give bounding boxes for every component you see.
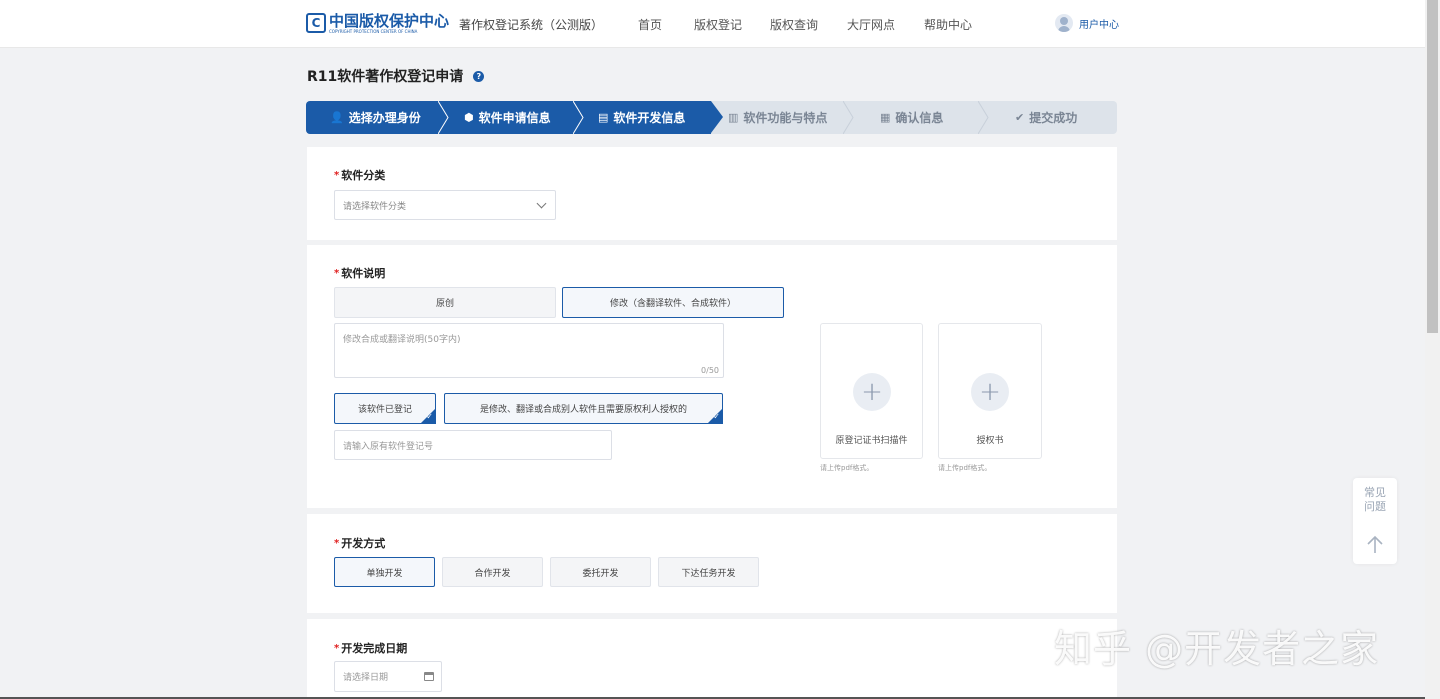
option-label: 该软件已登记 bbox=[357, 405, 412, 415]
calendar-icon bbox=[424, 672, 434, 681]
completion-date-card: * 开发完成日期 请选择日期 bbox=[307, 619, 1117, 699]
date-placeholder: 请选择日期 bbox=[343, 673, 389, 683]
step-divider bbox=[843, 101, 854, 134]
top-header: C 中国版权保护中心 COPYRIGHT PROTECTION CENTER O… bbox=[0, 0, 1425, 48]
user-center-link[interactable]: 用户中心 bbox=[1055, 14, 1119, 32]
check-circle-icon: ✔ bbox=[1015, 111, 1025, 124]
watermark: 知乎 @开发者之家 bbox=[1054, 627, 1380, 671]
modification-description-textarea[interactable]: 修改合成或翻译说明(50字内) 0/50 bbox=[334, 323, 724, 378]
step-software-application-info[interactable]: ⬢ 软件申请信息 bbox=[464, 101, 551, 134]
required-mark: * bbox=[334, 537, 340, 549]
step-software-features[interactable]: ▥ 软件功能与特点 bbox=[728, 101, 827, 134]
upload-hint: 请上传pdf格式。 bbox=[820, 464, 874, 472]
development-mode-label: * 开发方式 bbox=[334, 535, 385, 551]
char-counter: 0/50 bbox=[701, 366, 719, 375]
software-description-card: * 软件说明 原创 修改（含翻译软件、合成软件） 修改合成或翻译说明(50字内)… bbox=[307, 245, 1117, 508]
step-divider bbox=[573, 101, 584, 134]
step-divider bbox=[438, 101, 449, 134]
back-to-top-icon[interactable] bbox=[1365, 534, 1385, 554]
nav-service-halls[interactable]: 大厅网点 bbox=[847, 16, 895, 33]
logo-text: 中国版权保护中心 COPYRIGHT PROTECTION CENTER OF … bbox=[329, 13, 449, 34]
step-label: 软件开发信息 bbox=[613, 111, 686, 125]
nav-copyright-query[interactable]: 版权查询 bbox=[770, 16, 818, 33]
logo-chinese-name: 中国版权保护中心 bbox=[329, 11, 450, 30]
page-title: R11软件著作权登记申请 ? bbox=[307, 66, 485, 86]
option-assigned-task-development[interactable]: 下达任务开发 bbox=[658, 557, 759, 587]
select-placeholder: 请选择软件分类 bbox=[343, 201, 407, 212]
scrollbar-thumb[interactable] bbox=[1427, 0, 1438, 333]
original-registration-number-input[interactable]: 请输入原有软件登记号 bbox=[334, 430, 612, 460]
step-software-development-info[interactable]: ▤ 软件开发信息 bbox=[598, 101, 685, 134]
step-label: 提交成功 bbox=[1029, 111, 1078, 125]
logo-english-name: COPYRIGHT PROTECTION CENTER OF CHINA bbox=[329, 28, 418, 34]
page-title-text: R11软件著作权登记申请 bbox=[307, 69, 464, 85]
step-label: 软件申请信息 bbox=[478, 111, 551, 125]
option-modified[interactable]: 修改（含翻译软件、合成软件） bbox=[562, 287, 784, 318]
option-original[interactable]: 原创 bbox=[334, 287, 556, 318]
check-icon: ✓ bbox=[713, 412, 720, 421]
faq-link[interactable]: 常见 问题 bbox=[1353, 486, 1397, 514]
upload-hint: 请上传pdf格式。 bbox=[938, 464, 992, 472]
step-divider bbox=[978, 101, 989, 134]
completion-date-label: * 开发完成日期 bbox=[334, 640, 407, 656]
label-text: 开发方式 bbox=[341, 537, 386, 550]
software-category-label: * 软件分类 bbox=[334, 167, 385, 183]
textarea-placeholder: 修改合成或翻译说明(50字内) bbox=[343, 335, 461, 345]
input-placeholder: 请输入原有软件登记号 bbox=[343, 441, 434, 452]
label-text: 软件分类 bbox=[341, 169, 386, 182]
plus-icon: + bbox=[971, 373, 1009, 411]
label-text: 开发完成日期 bbox=[341, 642, 408, 655]
floating-help-widget: 常见 问题 bbox=[1353, 478, 1397, 564]
required-mark: * bbox=[334, 169, 340, 181]
step-submit-success[interactable]: ✔ 提交成功 bbox=[1015, 101, 1077, 134]
check-icon: ✓ bbox=[426, 412, 433, 421]
nav-home[interactable]: 首页 bbox=[638, 16, 662, 33]
option-independent-development[interactable]: 单独开发 bbox=[334, 557, 435, 587]
step-label: 确认信息 bbox=[895, 111, 944, 125]
site-logo[interactable]: C 中国版权保护中心 COPYRIGHT PROTECTION CENTER O… bbox=[306, 12, 449, 34]
software-category-card: * 软件分类 请选择软件分类 bbox=[307, 147, 1117, 240]
system-name: 著作权登记系统（公测版） bbox=[459, 18, 604, 32]
nav-copyright-registration[interactable]: 版权登记 bbox=[694, 16, 742, 33]
user-avatar-icon bbox=[1055, 14, 1073, 32]
option-label: 是修改、翻译或合成别人软件且需要原权利人授权的 bbox=[479, 405, 687, 415]
option-cooperative-development[interactable]: 合作开发 bbox=[442, 557, 543, 587]
page-scrollbar[interactable] bbox=[1425, 0, 1440, 699]
plus-icon: + bbox=[853, 373, 891, 411]
upload-authorization-letter[interactable]: + 授权书 bbox=[938, 323, 1042, 459]
help-icon[interactable]: ? bbox=[473, 70, 485, 82]
progress-stepper: 👤 选择办理身份 ⬢ 软件申请信息 ▤ 软件开发信息 ▥ 软件功能与特点 ▦ 确… bbox=[306, 101, 1117, 134]
user-center-label: 用户中心 bbox=[1079, 19, 1119, 31]
faq-line: 问题 bbox=[1364, 500, 1386, 513]
upload-label: 原登记证书扫描件 bbox=[835, 436, 908, 446]
upload-label: 授权书 bbox=[976, 436, 1004, 446]
step-confirm-info[interactable]: ▦ 确认信息 bbox=[880, 101, 943, 134]
location-icon: ⬢ bbox=[464, 111, 474, 124]
checkbox-needs-authorization[interactable]: 是修改、翻译或合成别人软件且需要原权利人授权的 ✓ bbox=[444, 393, 723, 424]
document-icon: ▥ bbox=[728, 111, 739, 124]
step-label: 选择办理身份 bbox=[348, 111, 421, 125]
software-category-select[interactable]: 请选择软件分类 bbox=[334, 190, 556, 220]
step-label: 软件功能与特点 bbox=[743, 111, 828, 125]
upload-original-certificate[interactable]: + 原登记证书扫描件 bbox=[820, 323, 923, 459]
nav-help-center[interactable]: 帮助中心 bbox=[924, 16, 972, 33]
option-commissioned-development[interactable]: 委托开发 bbox=[550, 557, 651, 587]
development-mode-card: * 开发方式 单独开发 合作开发 委托开发 下达任务开发 bbox=[307, 514, 1117, 613]
required-mark: * bbox=[334, 267, 340, 279]
software-description-label: * 软件说明 bbox=[334, 265, 385, 281]
step-select-identity[interactable]: 👤 选择办理身份 bbox=[330, 101, 421, 134]
label-text: 软件说明 bbox=[341, 267, 386, 280]
required-mark: * bbox=[334, 642, 340, 654]
clipboard-icon: ▦ bbox=[880, 111, 891, 124]
checkbox-software-registered[interactable]: 该软件已登记 ✓ bbox=[334, 393, 436, 424]
completion-date-picker[interactable]: 请选择日期 bbox=[334, 661, 442, 692]
copyright-logo-icon: C bbox=[306, 13, 326, 33]
user-icon: 👤 bbox=[330, 111, 344, 124]
grid-icon: ▤ bbox=[598, 111, 609, 124]
chevron-down-icon bbox=[536, 198, 547, 209]
faq-line: 常见 bbox=[1364, 486, 1386, 499]
